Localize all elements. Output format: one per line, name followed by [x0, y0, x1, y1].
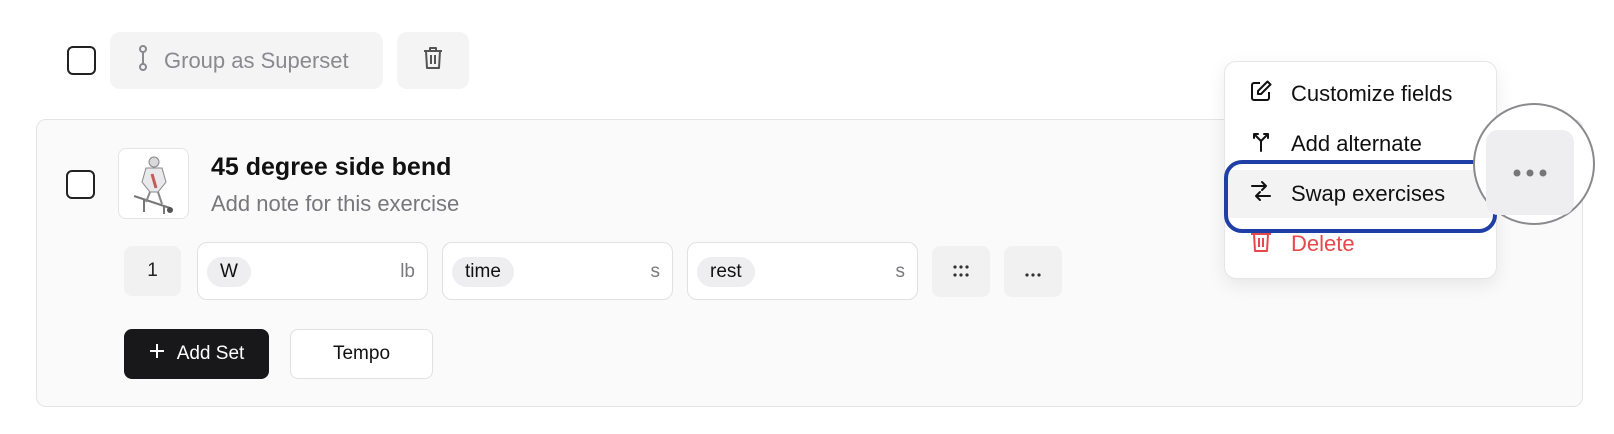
- menu-item-customize-fields[interactable]: Customize fields: [1225, 70, 1496, 118]
- more-icon: [1513, 164, 1547, 182]
- add-set-button[interactable]: Add Set: [124, 329, 269, 379]
- link-icon: [136, 45, 150, 76]
- weight-unit: lb: [400, 261, 415, 282]
- add-set-label: Add Set: [176, 343, 245, 364]
- rest-unit: s: [895, 261, 906, 282]
- more-icon: [1024, 261, 1042, 282]
- exercise-title[interactable]: 45 degree side bend: [211, 153, 451, 182]
- time-tag: time: [452, 257, 514, 287]
- delete-selected-button[interactable]: [397, 32, 469, 89]
- select-all-checkbox[interactable]: [67, 46, 96, 75]
- exercise-checkbox[interactable]: [66, 170, 95, 199]
- edit-icon: [1249, 79, 1273, 109]
- exercise-thumbnail[interactable]: [118, 148, 189, 219]
- group-as-superset-button[interactable]: Group as Superset: [110, 32, 383, 89]
- set-options-button[interactable]: [1004, 246, 1062, 297]
- trash-icon: [422, 45, 444, 76]
- menu-item-label: Delete: [1291, 231, 1355, 256]
- menu-item-label: Add alternate: [1291, 131, 1422, 156]
- time-field[interactable]: time s: [442, 242, 673, 300]
- weight-tag: W: [207, 257, 251, 287]
- exercise-more-button[interactable]: [1486, 130, 1574, 215]
- rest-tag: rest: [697, 257, 755, 287]
- rest-field[interactable]: rest s: [687, 242, 918, 300]
- weight-field[interactable]: W lb: [197, 242, 428, 300]
- time-unit: s: [650, 261, 661, 282]
- grip-icon: [952, 261, 970, 282]
- set-number[interactable]: 1: [124, 246, 181, 296]
- tempo-button[interactable]: Tempo: [290, 329, 433, 379]
- swap-exercises-highlight: [1224, 160, 1497, 233]
- menu-item-label: Customize fields: [1291, 81, 1453, 106]
- exercise-illustration: [133, 156, 173, 214]
- plus-icon: [149, 343, 165, 365]
- drag-handle-button[interactable]: [932, 246, 990, 297]
- group-as-superset-label: Group as Superset: [164, 47, 349, 73]
- fork-icon: [1249, 129, 1273, 159]
- exercise-note-field[interactable]: Add note for this exercise: [211, 191, 459, 217]
